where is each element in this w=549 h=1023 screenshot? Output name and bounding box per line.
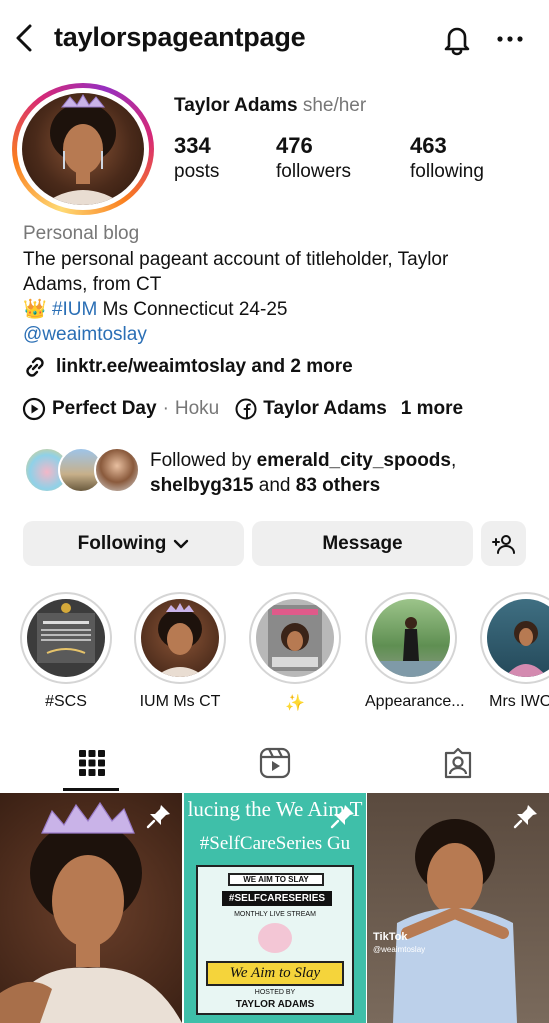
more-options-button[interactable] — [494, 22, 526, 56]
reels-icon — [259, 747, 290, 779]
post-tile-2[interactable]: lucing the We Aim T #SelfCareSeries Gu W… — [184, 793, 366, 1023]
profile-name: Taylor Adams — [174, 95, 298, 116]
pin-icon — [513, 805, 537, 829]
song-artist-separator: · — [162, 398, 169, 419]
avatar — [22, 93, 144, 205]
highlight-appearances[interactable]: Appearance... — [365, 592, 465, 711]
highlight-scs[interactable]: #SCS — [20, 592, 112, 711]
highlight-label: Appearance... — [365, 693, 465, 710]
highlight-label: ✨ — [285, 695, 305, 712]
post-tile-3[interactable]: TikTok @weaimtoslay — [367, 793, 549, 1023]
followed-by-prefix: Followed by — [150, 450, 252, 471]
following-label: following — [410, 161, 484, 182]
profile-avatar-story-ring[interactable] — [12, 83, 154, 215]
followers-label: followers — [276, 161, 351, 182]
followed-by-comma: , — [450, 450, 457, 471]
highlight-ium-ms-ct[interactable]: IUM Ms CT — [134, 592, 226, 711]
profile-full-name: Taylor Adams she/her — [174, 95, 366, 117]
followed-by-text[interactable]: Followed by emerald_city_spoods, shelbyg… — [150, 448, 540, 498]
highlight-mrs-iwos[interactable]: Mrs IWOS — [480, 592, 549, 711]
profile-pronouns: she/her — [302, 95, 367, 116]
facebook-link[interactable]: Taylor Adams — [263, 398, 387, 420]
tiktok-username: @weaimtoslay — [373, 945, 426, 954]
flyer-badge-2: #SELFCARESERIES — [222, 891, 332, 906]
flyer-graphic — [258, 923, 292, 953]
post-flyer: WE AIM TO SLAY #SELFCARESERIES MONTHLY L… — [196, 865, 354, 1015]
bio-category: Personal blog — [23, 223, 140, 244]
tab-posts-grid[interactable] — [0, 735, 183, 791]
following-button[interactable]: Following — [23, 521, 244, 566]
posts-grid: lucing the We Aim T #SelfCareSeries Gu W… — [0, 793, 549, 1023]
tab-reels[interactable] — [183, 735, 366, 791]
profile-content-tabs — [0, 735, 549, 791]
back-button[interactable] — [10, 22, 38, 54]
posts-label: posts — [174, 161, 220, 182]
bell-icon — [444, 27, 470, 56]
followed-by-user-2: shelbyg315 — [150, 475, 254, 496]
mutual-followers-avatars[interactable] — [24, 447, 142, 497]
more-social-links[interactable]: 1 more — [401, 398, 463, 420]
following-count: 463 — [410, 133, 447, 158]
song-artist: Hoku — [174, 398, 220, 419]
message-button-label: Message — [322, 532, 403, 554]
music-and-social-row: Perfect Day · Hoku Taylor Adams 1 more — [22, 397, 463, 421]
pin-icon — [146, 805, 170, 829]
notifications-button[interactable] — [440, 22, 474, 56]
flyer-badge-1: WE AIM TO SLAY — [228, 873, 324, 886]
followed-by-others: 83 others — [295, 475, 381, 496]
top-bar: taylorspageantpage — [0, 0, 549, 76]
flyer-host-name: TAYLOR ADAMS — [235, 999, 315, 1010]
facebook-icon — [235, 398, 257, 420]
highlight-cover-image — [141, 599, 219, 677]
link-icon — [26, 357, 44, 377]
flyer-badge-3: MONTHLY LIVE STREAM — [234, 911, 316, 918]
bio-line-2: Adams, from CT — [23, 274, 162, 295]
bio-line-3: 👑 #IUM Ms Connecticut 24-25 — [23, 297, 287, 322]
suggested-users-button[interactable] — [481, 521, 526, 566]
highlight-sparkles[interactable]: ✨ — [249, 592, 341, 713]
person-add-icon — [491, 534, 515, 554]
avatar-portrait-image — [42, 94, 124, 205]
mutual-avatar-3 — [94, 447, 140, 493]
chevron-left-icon — [16, 24, 32, 52]
external-links[interactable]: linktr.ee/weaimtoslay and 2 more — [22, 354, 353, 380]
highlight-label: #SCS — [45, 693, 87, 710]
highlight-cover-image — [487, 599, 549, 677]
highlight-cover-image — [372, 599, 450, 677]
post-tile-1[interactable] — [0, 793, 182, 1023]
message-button[interactable]: Message — [252, 521, 473, 566]
following-button-label: Following — [77, 532, 167, 554]
tagged-icon — [444, 747, 471, 779]
active-tab-indicator — [63, 788, 119, 791]
chevron-down-icon — [174, 539, 189, 548]
mention-link[interactable]: @weaimtoslay — [23, 322, 147, 347]
flyer-host-label: HOSTED BY — [254, 989, 296, 996]
following-stat[interactable]: 463 following — [410, 133, 484, 183]
followed-by-user-1: emerald_city_spoods — [256, 450, 451, 471]
grid-icon — [78, 750, 105, 776]
play-circle-icon — [22, 397, 46, 421]
bio-line-1: The personal pageant account of titlehol… — [23, 249, 449, 270]
tiktok-watermark: TikTok — [373, 931, 408, 943]
profile-song[interactable]: Perfect Day — [52, 398, 157, 420]
post-overlay-subtitle: #SelfCareSeries Gu — [199, 833, 351, 854]
followers-stat[interactable]: 476 followers — [276, 133, 351, 183]
highlight-cover-image — [27, 599, 105, 677]
highlight-cover-image — [256, 599, 334, 677]
bio-title-text: Ms Connecticut 24-25 — [102, 299, 288, 320]
tab-tagged[interactable] — [366, 735, 549, 791]
posts-count: 334 — [174, 133, 211, 158]
highlight-label: IUM Ms CT — [139, 693, 221, 710]
flyer-banner: We Aim to Slay — [206, 961, 344, 986]
links-text: linktr.ee/weaimtoslay and 2 more — [56, 356, 353, 377]
highlight-label: Mrs IWOS — [489, 693, 549, 710]
more-horizontal-icon — [497, 36, 523, 42]
posts-stat[interactable]: 334 posts — [174, 133, 219, 183]
profile-username: taylorspageantpage — [54, 22, 306, 52]
followed-by-and: and — [258, 475, 291, 496]
hashtag-link[interactable]: #IUM — [52, 299, 97, 320]
crown-emoji: 👑 — [23, 299, 47, 320]
followers-count: 476 — [276, 133, 313, 158]
pin-icon — [330, 805, 354, 829]
